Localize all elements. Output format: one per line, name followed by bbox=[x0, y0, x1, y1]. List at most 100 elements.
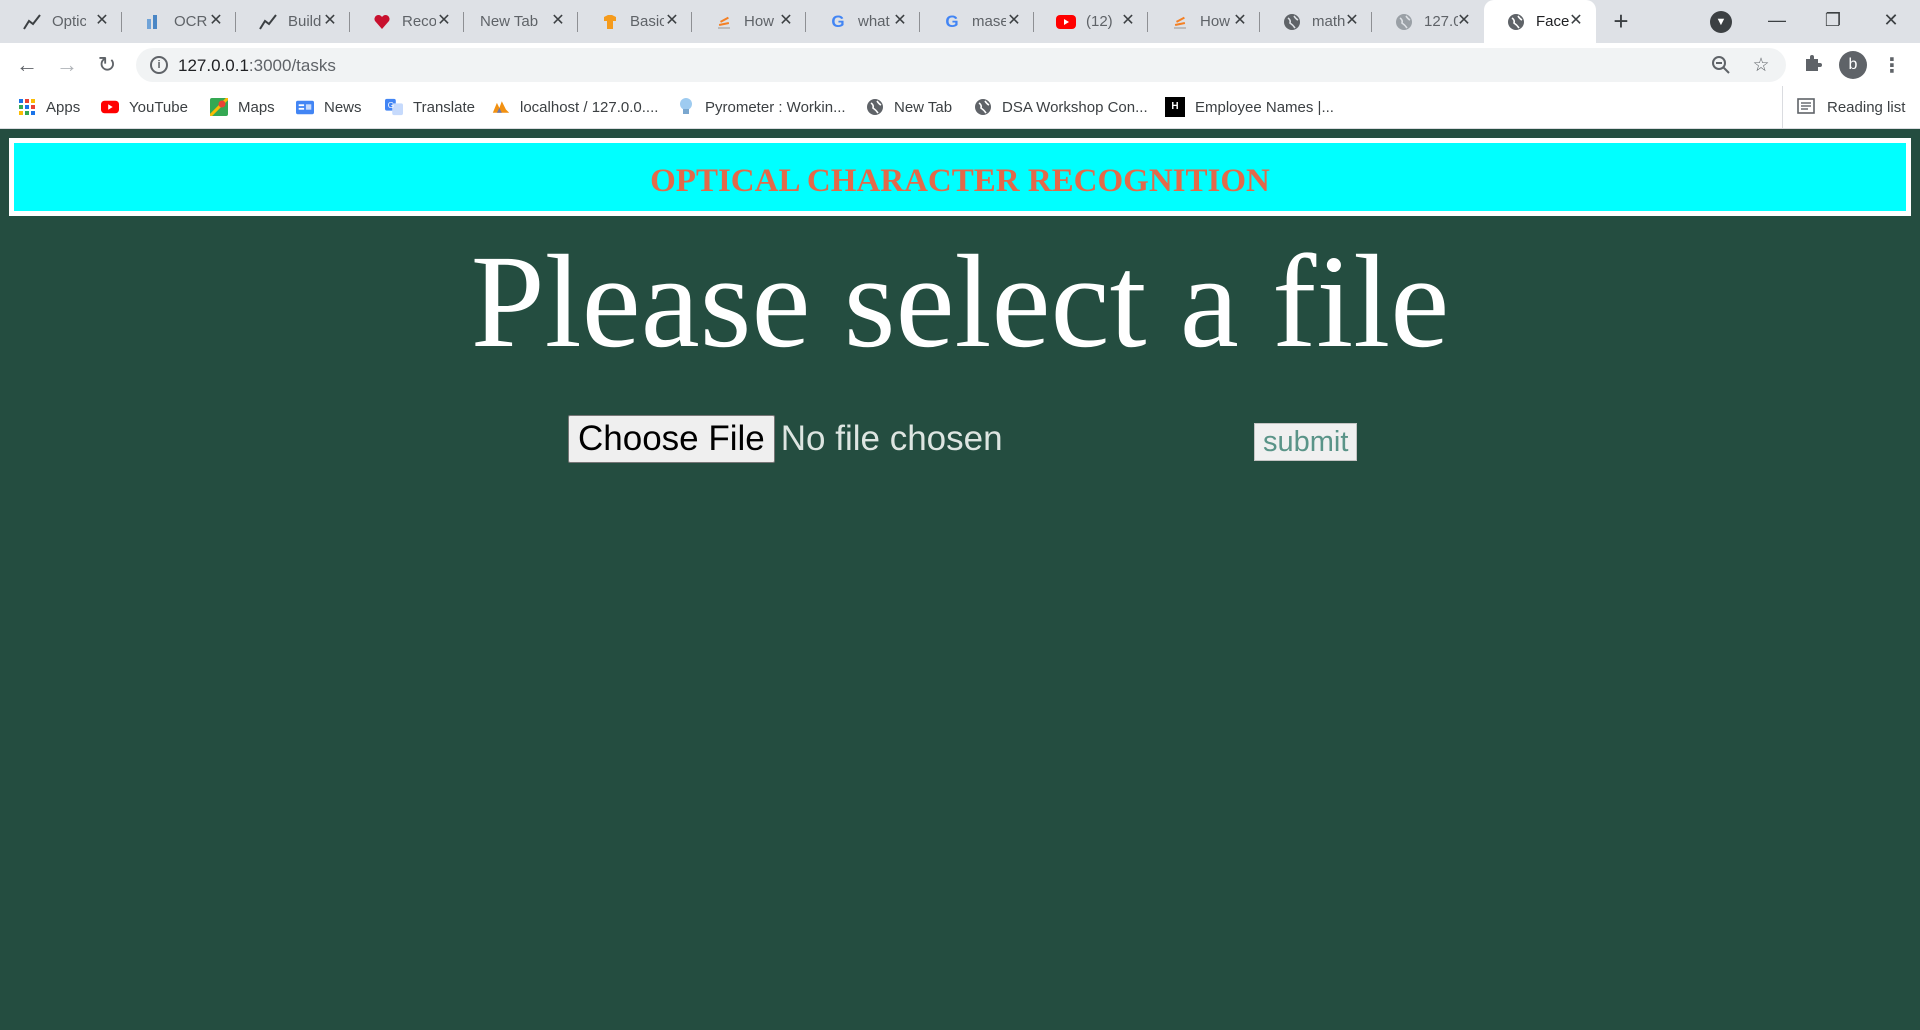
close-icon[interactable]: ✕ bbox=[94, 13, 110, 29]
extensions-icon[interactable] bbox=[1800, 53, 1826, 79]
close-icon[interactable]: ✕ bbox=[1344, 13, 1360, 29]
bookmark-new-tab[interactable]: New Tab bbox=[866, 86, 952, 128]
globe-icon bbox=[1394, 12, 1414, 32]
tab-label: OCR bbox=[174, 13, 208, 30]
tab-mase[interactable]: G mase ✕ bbox=[920, 0, 1034, 43]
bookmark-label: Employee Names |... bbox=[1195, 98, 1334, 116]
stack-icon bbox=[714, 12, 734, 32]
page-content: OPTICAL CHARACTER RECOGNITION Please sel… bbox=[0, 129, 1920, 1030]
bookmark-news[interactable]: News bbox=[296, 86, 362, 128]
tab-face[interactable]: Face ✕ bbox=[1484, 0, 1596, 43]
bookmark-maps[interactable]: Maps bbox=[210, 86, 275, 128]
tab-reco[interactable]: Reco ✕ bbox=[350, 0, 464, 43]
tab-label: Reco bbox=[402, 13, 436, 30]
zoom-icon[interactable] bbox=[1710, 55, 1732, 77]
hackerearth-icon: H bbox=[1165, 97, 1185, 117]
bookmark-localhost[interactable]: localhost / 127.0.0.... bbox=[492, 86, 658, 128]
tab-what[interactable]: G what ✕ bbox=[806, 0, 920, 43]
bookmark-dsa-workshop[interactable]: DSA Workshop Con... bbox=[974, 86, 1148, 128]
close-icon[interactable]: ✕ bbox=[1568, 13, 1584, 29]
tab-label: New Tab bbox=[480, 13, 539, 30]
bookmark-label: News bbox=[324, 98, 362, 116]
bookmark-pyrometer[interactable]: Pyrometer : Workin... bbox=[677, 86, 846, 128]
restore-icon[interactable]: ❐ bbox=[1810, 4, 1856, 36]
bookmark-translate[interactable]: G Translate bbox=[385, 86, 475, 128]
close-icon[interactable]: ✕ bbox=[208, 13, 224, 29]
url-path: :3000/tasks bbox=[248, 56, 336, 75]
bookmark-employee-names[interactable]: H Employee Names |... bbox=[1165, 86, 1334, 128]
close-icon[interactable]: ✕ bbox=[322, 13, 338, 29]
bulb-icon bbox=[677, 98, 695, 116]
close-icon[interactable]: ✕ bbox=[778, 13, 794, 29]
globe-icon bbox=[1282, 12, 1302, 32]
close-icon[interactable]: ✕ bbox=[550, 13, 566, 29]
bookmark-apps[interactable]: Apps bbox=[18, 86, 80, 128]
bookmarks-bar: Apps YouTube Maps News G Translate local… bbox=[0, 86, 1920, 129]
star-icon[interactable]: ☆ bbox=[1750, 55, 1772, 77]
shirt-icon bbox=[600, 12, 620, 32]
google-icon: G bbox=[945, 11, 959, 31]
tab-how[interactable]: How ✕ bbox=[692, 0, 806, 43]
banner-title: OPTICAL CHARACTER RECOGNITION bbox=[650, 162, 1270, 199]
tab-search-icon[interactable]: ▼ bbox=[1710, 11, 1732, 33]
tab-label: How bbox=[1200, 13, 1231, 30]
profile-avatar[interactable]: b bbox=[1839, 51, 1867, 79]
tab-basic[interactable]: Basic ✕ bbox=[578, 0, 692, 43]
apps-grid-icon bbox=[18, 98, 36, 116]
file-input[interactable]: Choose File No file chosen bbox=[568, 415, 1003, 463]
tab-how-2[interactable]: How ✕ bbox=[1148, 0, 1260, 43]
reading-list-icon bbox=[1797, 98, 1817, 116]
stack-icon bbox=[1170, 12, 1190, 32]
bookmark-label: Translate bbox=[413, 98, 475, 116]
choose-file-button[interactable]: Choose File bbox=[568, 415, 775, 463]
tab-127[interactable]: 127.0 ✕ bbox=[1372, 0, 1484, 43]
translate-icon: G bbox=[385, 98, 403, 116]
tab-label: mase bbox=[972, 13, 1006, 30]
tab-label: How bbox=[744, 13, 775, 30]
minimize-icon[interactable]: — bbox=[1754, 4, 1800, 36]
close-icon[interactable]: ✕ bbox=[892, 13, 908, 29]
submit-button[interactable]: submit bbox=[1254, 423, 1358, 461]
news-icon bbox=[296, 98, 314, 116]
bookmark-youtube[interactable]: YouTube bbox=[101, 86, 188, 128]
tab-label: math bbox=[1312, 13, 1346, 30]
tab-optic[interactable]: Optic ✕ bbox=[0, 0, 122, 43]
browser-toolbar: ← → ↻ i 127.0.0.1:3000/tasks ☆ bbox=[0, 43, 1920, 86]
close-icon[interactable]: ✕ bbox=[1120, 13, 1136, 29]
tab-build[interactable]: Build ✕ bbox=[236, 0, 350, 43]
info-icon[interactable]: i bbox=[150, 56, 168, 74]
youtube-icon bbox=[1056, 12, 1076, 32]
tab-label: Build bbox=[288, 13, 322, 30]
new-tab-button[interactable]: + bbox=[1608, 8, 1634, 35]
menu-kebab-icon[interactable]: ⋮ bbox=[1879, 53, 1905, 79]
tab-label: Optic bbox=[52, 13, 86, 30]
tab-label: what bbox=[858, 13, 890, 30]
bookmark-label: DSA Workshop Con... bbox=[1002, 98, 1148, 116]
reading-list-label: Reading list bbox=[1827, 98, 1906, 116]
tab-new-tab[interactable]: New Tab ✕ bbox=[464, 0, 578, 43]
tab-math[interactable]: math ✕ bbox=[1260, 0, 1372, 43]
close-window-icon[interactable]: ✕ bbox=[1868, 4, 1914, 36]
close-icon[interactable]: ✕ bbox=[1456, 13, 1472, 29]
globe-icon bbox=[866, 98, 884, 116]
banner-inner: OPTICAL CHARACTER RECOGNITION bbox=[14, 143, 1906, 211]
maps-icon bbox=[210, 98, 228, 116]
forward-arrow-icon[interactable]: → bbox=[53, 51, 81, 79]
close-icon[interactable]: ✕ bbox=[1232, 13, 1248, 29]
reading-list[interactable]: Reading list bbox=[1782, 86, 1905, 128]
back-arrow-icon[interactable]: ← bbox=[13, 51, 41, 79]
tab-youtube[interactable]: (12) ✕ bbox=[1034, 0, 1148, 43]
tab-ocr[interactable]: OCR ✕ bbox=[122, 0, 236, 43]
reload-icon[interactable]: ↻ bbox=[93, 51, 121, 79]
tab-label: Basic bbox=[630, 13, 664, 30]
close-icon[interactable]: ✕ bbox=[664, 13, 680, 29]
page-heading: Please select a file bbox=[470, 227, 1450, 375]
address-url[interactable]: 127.0.0.1:3000/tasks bbox=[178, 56, 336, 76]
close-icon[interactable]: ✕ bbox=[1006, 13, 1022, 29]
google-icon: G bbox=[831, 11, 845, 31]
address-bar[interactable]: i 127.0.0.1:3000/tasks ☆ bbox=[136, 48, 1786, 82]
close-icon[interactable]: ✕ bbox=[436, 13, 452, 29]
ocr-icon bbox=[144, 12, 164, 32]
phpmyadmin-icon bbox=[492, 98, 510, 116]
bookmark-label: Pyrometer : Workin... bbox=[705, 98, 846, 116]
